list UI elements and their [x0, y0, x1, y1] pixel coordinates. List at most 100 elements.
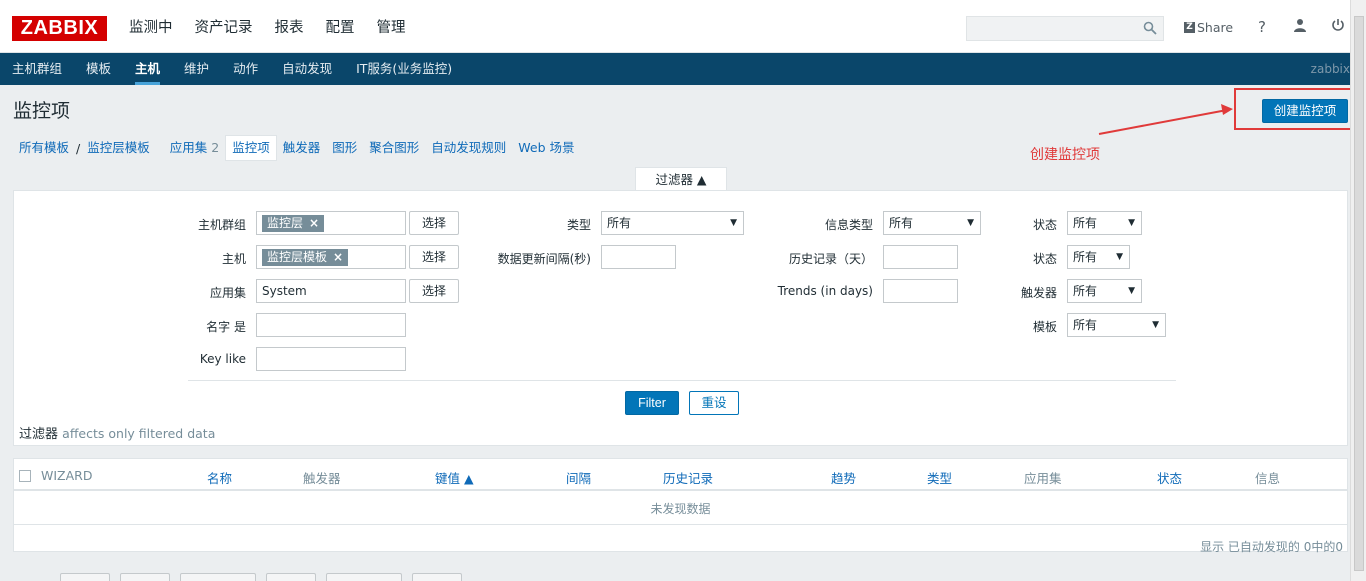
tab-screens[interactable]: 聚合图形 — [363, 136, 425, 160]
zabbix-logo[interactable]: ZABBIX — [12, 16, 107, 41]
info-type-select[interactable]: 所有 ▼ — [883, 211, 981, 235]
host-group-label: 主机群组 — [197, 218, 246, 232]
col-status[interactable]: 状态 — [1157, 468, 1182, 487]
key-label: Key like — [199, 352, 246, 366]
items-table: WIZARD 名称 触发器 键值 ▲ 间隔 历史记录 趋势 类型 应用集 状态 … — [13, 458, 1348, 554]
remove-chip-icon[interactable]: × — [309, 216, 319, 230]
name-input[interactable] — [256, 313, 406, 337]
breadcrumb: 所有模板 / 监控层模板 应用集 2 监控项 触发器 图形 聚合图形 自动发现规则… — [13, 135, 581, 161]
table-empty-row: 未发现数据 — [14, 493, 1347, 525]
power-icon[interactable] — [1329, 18, 1347, 36]
search-input[interactable] — [967, 17, 1139, 40]
select-host-group-button[interactable]: 选择 — [409, 211, 459, 235]
caret-down-icon: ▼ — [1128, 218, 1135, 228]
filter-button[interactable]: Filter — [625, 391, 679, 415]
col-wizard: WIZARD — [41, 468, 93, 483]
trends-input[interactable] — [883, 279, 958, 303]
subnav-it-services[interactable]: IT服务(业务监控) — [344, 53, 464, 85]
subnav-host-groups[interactable]: 主机群组 — [0, 53, 74, 85]
state-select[interactable]: 所有 ▼ — [1067, 211, 1142, 235]
host-group-field[interactable]: 监控层 × — [256, 211, 406, 235]
select-host-button[interactable]: 选择 — [409, 245, 459, 269]
nav-inventory[interactable]: 资产记录 — [184, 0, 264, 53]
trends-label: Trends (in days) — [777, 284, 873, 298]
host-field[interactable]: 监控层模板 × — [256, 245, 406, 269]
share-link[interactable]: Z Share — [1184, 20, 1233, 35]
nav-administration[interactable]: 管理 — [366, 0, 417, 53]
scrollbar-thumb[interactable] — [1354, 16, 1364, 571]
select-all-checkbox[interactable] — [19, 470, 31, 482]
mass-action-button[interactable] — [60, 573, 110, 581]
tab-graphs[interactable]: 图形 — [326, 136, 363, 160]
filter-note: 过滤器 affects only filtered data — [19, 423, 215, 442]
tab-triggers[interactable]: 触发器 — [277, 136, 327, 160]
breadcrumb-template[interactable]: 监控层模板 — [81, 136, 156, 160]
state-select-value: 所有 — [1073, 216, 1098, 230]
nav-reports[interactable]: 报表 — [264, 0, 315, 53]
application-input[interactable]: System — [256, 279, 406, 303]
template-label: 模板 — [1032, 320, 1057, 334]
col-info: 信息 — [1255, 471, 1281, 486]
status-select[interactable]: 所有 ▼ — [1067, 245, 1130, 269]
col-trends[interactable]: 趋势 — [831, 468, 856, 487]
question-icon[interactable]: ? — [1253, 18, 1271, 36]
subnav-templates[interactable]: 模板 — [74, 53, 123, 85]
col-history[interactable]: 历史记录 — [663, 468, 713, 487]
col-interval[interactable]: 间隔 — [566, 468, 591, 487]
host-group-chip-label: 监控层 — [267, 216, 304, 230]
sub-nav: 主机群组 模板 主机 维护 动作 自动发现 IT服务(业务监控) zabbix — [0, 53, 1350, 85]
reset-button[interactable]: 重设 — [689, 391, 739, 415]
template-select[interactable]: 所有 ▼ — [1067, 313, 1166, 337]
mass-action-button[interactable] — [412, 573, 462, 581]
subnav-maintenance[interactable]: 维护 — [172, 53, 221, 85]
mass-action-button[interactable] — [120, 573, 170, 581]
select-application-button[interactable]: 选择 — [409, 279, 459, 303]
tab-items[interactable]: 监控项 — [225, 135, 277, 161]
subnav-hosts[interactable]: 主机 — [123, 53, 172, 85]
subnav-actions[interactable]: 动作 — [221, 53, 270, 85]
table-summary: 显示 已自动发现的 0中的0 — [1200, 540, 1343, 554]
caret-down-icon: ▼ — [1116, 252, 1123, 262]
current-user: zabbix — [1310, 62, 1350, 76]
search-icon[interactable] — [1143, 21, 1157, 35]
mass-action-button[interactable] — [266, 573, 316, 581]
triggers-label: 触发器 — [1020, 286, 1057, 300]
type-select[interactable]: 所有 ▼ — [601, 211, 744, 235]
type-select-value: 所有 — [607, 216, 632, 230]
history-input[interactable] — [883, 245, 958, 269]
subnav-discovery[interactable]: 自动发现 — [270, 53, 344, 85]
tab-applications[interactable]: 应用集 2 — [164, 136, 225, 160]
breadcrumb-all-templates[interactable]: 所有模板 — [13, 136, 75, 160]
filter-divider — [188, 380, 1176, 381]
interval-label: 数据更新间隔(秒) — [497, 252, 591, 266]
col-triggers: 触发器 — [303, 471, 341, 486]
mass-action-button[interactable] — [180, 573, 256, 581]
interval-input[interactable] — [601, 245, 676, 269]
caret-down-icon: ▼ — [1128, 286, 1135, 296]
table-header: WIZARD 名称 触发器 键值 ▲ 间隔 历史记录 趋势 类型 应用集 状态 … — [14, 459, 1347, 491]
tab-web-scenarios[interactable]: Web 场景 — [512, 136, 580, 160]
remove-chip-icon[interactable]: × — [333, 250, 343, 264]
share-label: Share — [1197, 20, 1234, 35]
col-type[interactable]: 类型 — [927, 468, 952, 487]
user-icon[interactable] — [1291, 18, 1309, 36]
col-key[interactable]: 键值 ▲ — [435, 468, 474, 487]
host-label: 主机 — [221, 252, 246, 266]
filter-note-title: 过滤器 — [19, 427, 59, 442]
nav-monitoring[interactable]: 监测中 — [118, 0, 184, 53]
mass-action-button[interactable] — [326, 573, 402, 581]
nav-configuration[interactable]: 配置 — [315, 0, 366, 53]
annotation-arrow-icon — [1098, 104, 1233, 135]
annotation-highlight-box — [1234, 88, 1352, 130]
triggers-select-value: 所有 — [1073, 284, 1098, 298]
host-chip: 监控层模板 × — [262, 249, 349, 266]
info-type-select-value: 所有 — [889, 216, 914, 230]
filter-toggle-tab[interactable]: 过滤器 ▲ — [635, 167, 727, 191]
col-name[interactable]: 名称 — [207, 468, 232, 487]
page-scrollbar[interactable] — [1350, 0, 1366, 581]
key-input[interactable] — [256, 347, 406, 371]
tab-discovery-rules[interactable]: 自动发现规则 — [425, 136, 512, 160]
annotation-label: 创建监控项 — [1030, 147, 1100, 163]
triggers-select[interactable]: 所有 ▼ — [1067, 279, 1142, 303]
search-box — [966, 16, 1164, 41]
